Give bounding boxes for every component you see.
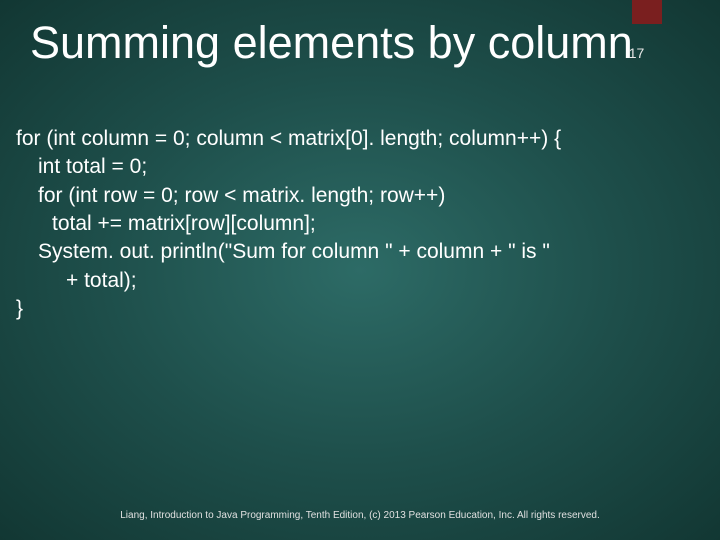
footer-text: Liang, Introduction to Java Programming,… <box>0 509 720 522</box>
code-line: for (int row = 0; row < matrix. length; … <box>16 182 704 210</box>
slide: Summing elements by column17 for (int co… <box>0 0 720 540</box>
code-line: + total); <box>16 267 704 295</box>
page-number: 17 <box>629 45 645 61</box>
code-line: int total = 0; <box>16 153 704 181</box>
code-line: } <box>16 295 704 323</box>
title-area: Summing elements by column17 <box>30 18 700 68</box>
slide-title: Summing elements by column <box>30 17 633 68</box>
code-block: for (int column = 0; column < matrix[0].… <box>16 125 704 323</box>
code-line: total += matrix[row][column]; <box>16 210 704 238</box>
code-line: System. out. println("Sum for column " +… <box>16 238 704 266</box>
code-line: for (int column = 0; column < matrix[0].… <box>16 125 704 153</box>
